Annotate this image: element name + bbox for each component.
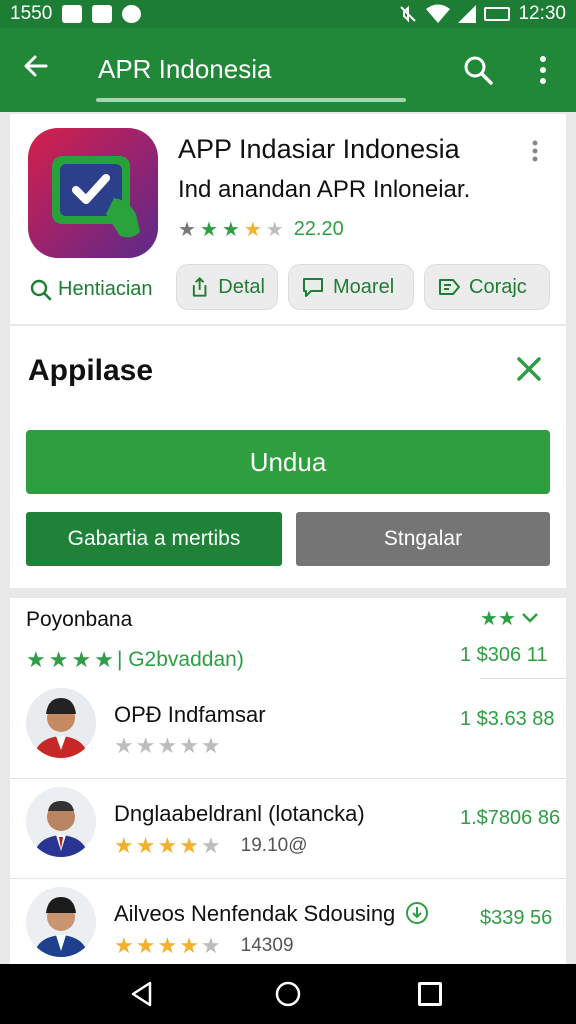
divider — [480, 678, 566, 679]
star-half-icon: ★ — [179, 833, 199, 858]
chip-label: Moarel — [333, 275, 395, 298]
star-icon: ★ — [221, 218, 240, 241]
star-icon: ★ — [157, 833, 178, 858]
avatar — [26, 688, 96, 758]
reviewer-name: Dnglaabeldranl (lotancka) — [114, 801, 365, 826]
status-time-left: 1550 — [10, 3, 53, 24]
back-arrow-icon[interactable] — [22, 52, 50, 80]
star-icon: ★ — [497, 608, 516, 630]
star-icon: ★ — [157, 933, 178, 958]
search-underline — [96, 98, 406, 102]
review-item[interactable]: Dnglaabeldranl (lotancka) ★ ★ ★ ★ ★ 19.1… — [10, 778, 566, 878]
app-icon — [28, 128, 158, 258]
star-icon: ★ — [114, 833, 134, 858]
comment-icon — [303, 278, 323, 297]
star-icon: ★ — [94, 647, 114, 672]
status-bar: 1550 12:30 — [0, 0, 576, 28]
avatar — [26, 787, 96, 857]
close-icon[interactable] — [514, 354, 544, 384]
star-empty-icon: ★ — [135, 733, 156, 758]
search-icon — [30, 279, 52, 300]
nav-back-icon[interactable] — [128, 980, 156, 1008]
review-value: 1.$7806 86 — [460, 807, 561, 829]
download-button[interactable]: Undua — [26, 430, 550, 494]
star-icon: ★ — [480, 608, 498, 630]
star-empty-icon: ★ — [265, 218, 284, 241]
install-title: Appilase — [28, 354, 154, 387]
star-empty-icon: ★ — [114, 733, 134, 758]
reviews-header-stars[interactable]: ★★ — [480, 608, 539, 631]
star-icon: ★ — [114, 933, 134, 958]
avatar — [26, 887, 96, 957]
review-value: $339 56 — [480, 907, 553, 929]
star-icon: ★ — [178, 218, 196, 241]
install-card: Appilase Undua Gabartia a mertibs Stngal… — [10, 326, 566, 588]
star-empty-icon: ★ — [200, 933, 221, 958]
star-icon: ★ — [26, 647, 46, 672]
review-count: 14309 — [240, 935, 294, 956]
star-empty-icon: ★ — [157, 733, 178, 758]
image-icon — [62, 5, 83, 23]
summary-text: | G2bvaddan) — [116, 648, 244, 671]
review-item[interactable]: OPÐ Indfamsar ★ ★ ★ ★ ★ 1 $3.63 88 — [10, 680, 566, 780]
wifi-icon — [426, 4, 451, 23]
star-icon: ★ — [135, 833, 156, 858]
nav-recents-icon[interactable] — [418, 982, 442, 1006]
star-empty-icon: ★ — [200, 733, 221, 758]
reviewer-name-text: Ailveos Nenfendak Sdousing — [114, 901, 396, 926]
hint-link[interactable]: Hentiacian — [30, 278, 153, 301]
star-icon: ★ — [71, 647, 92, 672]
reviews-summary: ★ ★ ★ ★ | G2bvaddan) — [26, 648, 244, 672]
tertiary-button[interactable]: Stngalar — [296, 512, 550, 566]
app-bar-title[interactable]: APR Indonesia — [98, 54, 271, 85]
tag-icon — [439, 279, 460, 295]
review-stars: ★ ★ ★ ★ ★ — [114, 733, 221, 758]
nav-home-icon[interactable] — [274, 980, 302, 1008]
notification-icon — [122, 5, 142, 23]
system-nav-bar — [0, 964, 576, 1024]
download-circle-icon — [406, 902, 429, 924]
chip-label: Corajc — [469, 275, 527, 298]
review-item[interactable]: Ailveos Nenfendak Sdousing ★ ★ ★ ★ ★ 143… — [10, 878, 566, 978]
app-name: APP Indasiar Indonesia — [178, 134, 460, 164]
chip-label: Detal — [218, 275, 265, 298]
app-info-card: APP Indasiar Indonesia Ind anandan APR I… — [10, 114, 566, 324]
chevron-down-icon — [522, 613, 539, 623]
review-count: 19.10@ — [240, 835, 308, 856]
app-subtitle: Ind anandan APR Inloneiar. — [178, 176, 471, 203]
reviewer-name: Ailveos Nenfendak Sdousing — [114, 901, 429, 927]
star-half-icon: ★ — [243, 218, 262, 241]
review-stars: ★ ★ ★ ★ ★ 19.10@ — [114, 835, 308, 857]
star-icon: ★ — [135, 933, 156, 958]
more-vert-icon[interactable] — [536, 54, 550, 86]
rating-value: 22.20 — [293, 218, 344, 240]
secondary-button[interactable]: Gabartia a mertibs — [26, 512, 282, 566]
reviewer-name: OPÐ Indfamsar — [114, 702, 266, 727]
star-icon: ★ — [199, 218, 218, 241]
review-value: 1 $3.63 88 — [460, 708, 555, 730]
star-half-icon: ★ — [179, 933, 199, 958]
detail-chip[interactable]: Detal — [176, 264, 278, 310]
star-empty-icon: ★ — [200, 833, 221, 858]
battery-icon — [484, 7, 511, 21]
mute-icon — [400, 5, 417, 23]
app-rating: ★ ★ ★ ★ ★ 22.20 — [178, 218, 344, 241]
app-bar: APR Indonesia — [0, 28, 576, 112]
reviews-card: Poyonbana ★★ ★ ★ ★ ★ | G2bvaddan) 1 $306… — [10, 598, 566, 968]
signal-icon — [458, 5, 477, 23]
summary-value: 1 $306 11 — [460, 644, 548, 666]
more-options-icon[interactable] — [530, 140, 540, 162]
status-time-right: 12:30 — [518, 3, 566, 24]
reviews-header: Poyonbana — [26, 608, 133, 631]
star-icon: ★ — [48, 647, 69, 672]
star-empty-icon: ★ — [179, 733, 199, 758]
hint-label: Hentiacian — [58, 278, 153, 300]
share-icon — [192, 277, 207, 297]
search-icon[interactable] — [462, 54, 494, 86]
compare-chip[interactable]: Corajc — [424, 264, 550, 310]
review-stars: ★ ★ ★ ★ ★ 14309 — [114, 935, 294, 957]
model-chip[interactable]: Moarel — [288, 264, 414, 310]
message-icon — [92, 5, 113, 23]
